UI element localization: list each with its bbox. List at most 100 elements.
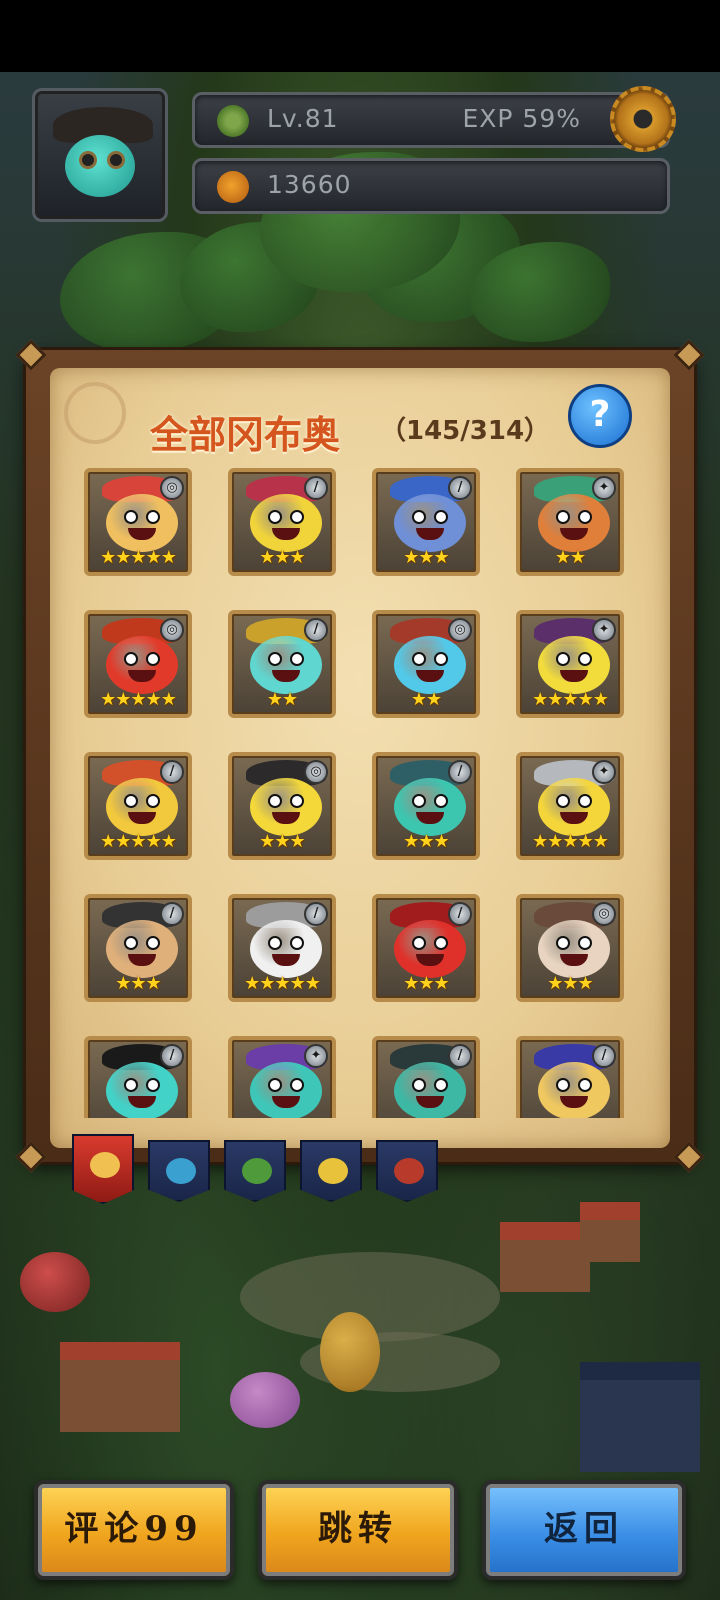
gumball-portrait <box>106 1062 178 1118</box>
back-button[interactable]: 返回 <box>482 1480 686 1580</box>
gumball-eye <box>290 510 304 524</box>
jump-button[interactable]: 跳转 <box>258 1480 458 1580</box>
gumball-eye <box>434 652 448 666</box>
tab-nature[interactable] <box>224 1140 286 1202</box>
gumball-card[interactable]: / <box>84 1036 192 1118</box>
tab-water[interactable] <box>148 1140 210 1202</box>
star-rating: ★★ <box>266 689 298 710</box>
gumball-card[interactable]: ✦ <box>228 1036 336 1118</box>
status-bar <box>0 0 720 72</box>
star-rating: ★★★★★ <box>100 689 177 710</box>
gumball-eye <box>146 652 160 666</box>
gumball-mouth <box>416 528 444 540</box>
blade-element-icon: / <box>160 760 184 784</box>
gumball-card[interactable]: / ★★★ <box>372 468 480 576</box>
player-avatar[interactable] <box>32 88 168 222</box>
star-rating: ★★ <box>410 689 442 710</box>
gumball-portrait <box>538 778 610 836</box>
water-element-icon: ◎ <box>592 902 616 926</box>
gumball-portrait <box>250 1062 322 1118</box>
gumball-card[interactable]: / ★★★ <box>228 468 336 576</box>
gumball-eye <box>268 936 282 950</box>
gumball-portrait <box>106 636 178 694</box>
gumball-card[interactable]: ◎ ★★★ <box>516 894 624 1002</box>
category-tabs <box>72 1134 452 1210</box>
gumball-mouth <box>416 812 444 824</box>
star-rating: ★★★★★ <box>532 689 609 710</box>
gumball-card[interactable]: / ★★★ <box>84 894 192 1002</box>
gumball-eye <box>434 1078 448 1092</box>
water-tab-icon <box>166 1158 196 1184</box>
gumball-eye <box>268 794 282 808</box>
gumball-mouth <box>128 670 156 682</box>
gumball-portrait <box>106 494 178 552</box>
gumball-mouth <box>128 528 156 540</box>
settings-gear-icon[interactable] <box>610 86 676 152</box>
gumball-card[interactable]: / ★★★★★ <box>228 894 336 1002</box>
gumball-mouth <box>128 954 156 966</box>
gumball-portrait <box>106 778 178 836</box>
gumball-eye <box>290 1078 304 1092</box>
all-tab-icon <box>90 1152 120 1178</box>
gumball-eye <box>434 936 448 950</box>
gumball-card[interactable]: / ★★★★★ <box>84 752 192 860</box>
gumball-mouth <box>560 670 588 682</box>
gumball-eye <box>124 936 138 950</box>
gumball-eye <box>578 1078 592 1092</box>
gumball-eye <box>412 794 426 808</box>
level-bar: Lv.81 EXP 59% <box>192 92 670 148</box>
gumball-card[interactable]: ✦ ★★ <box>516 468 624 576</box>
star-rating: ★★★★★ <box>244 973 321 994</box>
panel-title: 全部冈布奥 <box>150 412 341 457</box>
currency-amount: 13660 <box>267 170 352 199</box>
gumball-card[interactable]: / <box>372 1036 480 1118</box>
gumball-card[interactable]: / ★★★ <box>372 894 480 1002</box>
gumball-mouth <box>560 1096 588 1108</box>
gumball-card[interactable]: / <box>516 1036 624 1118</box>
water-element-icon: ◎ <box>160 618 184 642</box>
tab-light[interactable] <box>300 1140 362 1202</box>
gumball-mouth <box>128 1096 156 1108</box>
tab-all[interactable] <box>72 1134 134 1204</box>
gumball-card[interactable]: ✦ ★★★★★ <box>516 752 624 860</box>
collection-count: （145/314） <box>380 416 551 446</box>
gumball-card[interactable]: / ★★★ <box>372 752 480 860</box>
gumball-eye <box>578 652 592 666</box>
dark-tab-icon <box>394 1158 424 1184</box>
gumball-eye <box>268 510 282 524</box>
star-rating: ★★★★★ <box>100 547 177 568</box>
gumball-card[interactable]: ✦ ★★★★★ <box>516 610 624 718</box>
fire-element-icon: ✦ <box>592 476 616 500</box>
gumball-card[interactable]: ◎ ★★★★★ <box>84 468 192 576</box>
gumball-mouth <box>560 954 588 966</box>
tab-dark[interactable] <box>376 1140 438 1202</box>
gumball-card[interactable]: / ★★ <box>228 610 336 718</box>
fire-element-icon: ✦ <box>592 618 616 642</box>
gumball-card[interactable]: ◎ ★★ <box>372 610 480 718</box>
gumball-eye <box>434 510 448 524</box>
gumball-portrait <box>538 494 610 552</box>
gumball-eye <box>578 936 592 950</box>
blade-element-icon: / <box>304 618 328 642</box>
clover-icon <box>217 105 249 137</box>
water-element-icon: ◎ <box>304 760 328 784</box>
comment-button[interactable]: 评论99 <box>34 1480 234 1580</box>
gumball-eye <box>290 936 304 950</box>
gumball-mouth <box>272 528 300 540</box>
blade-element-icon: / <box>448 760 472 784</box>
gumball-portrait <box>394 1062 466 1118</box>
gumball-mouth <box>272 812 300 824</box>
gumball-card[interactable]: ◎ ★★★★★ <box>84 610 192 718</box>
gumball-portrait <box>106 920 178 978</box>
nature-tab-icon <box>242 1158 272 1184</box>
gumball-portrait <box>394 636 466 694</box>
gumball-grid[interactable]: ◎ ★★★★★ / ★★★ / ★★★ ✦ ★★ ◎ ★★★★★ / ★★ ◎ ★★ ✦ ★★★★★ / ★★★★… <box>84 468 644 1118</box>
star-rating: ★★★ <box>115 973 161 994</box>
star-rating: ★★★ <box>403 973 449 994</box>
gumball-eye <box>556 936 570 950</box>
help-button[interactable]: ? <box>568 384 632 448</box>
gumball-eye <box>146 794 160 808</box>
gumball-card[interactable]: ◎ ★★★ <box>228 752 336 860</box>
gumball-eye <box>146 1078 160 1092</box>
gumball-eye <box>556 1078 570 1092</box>
